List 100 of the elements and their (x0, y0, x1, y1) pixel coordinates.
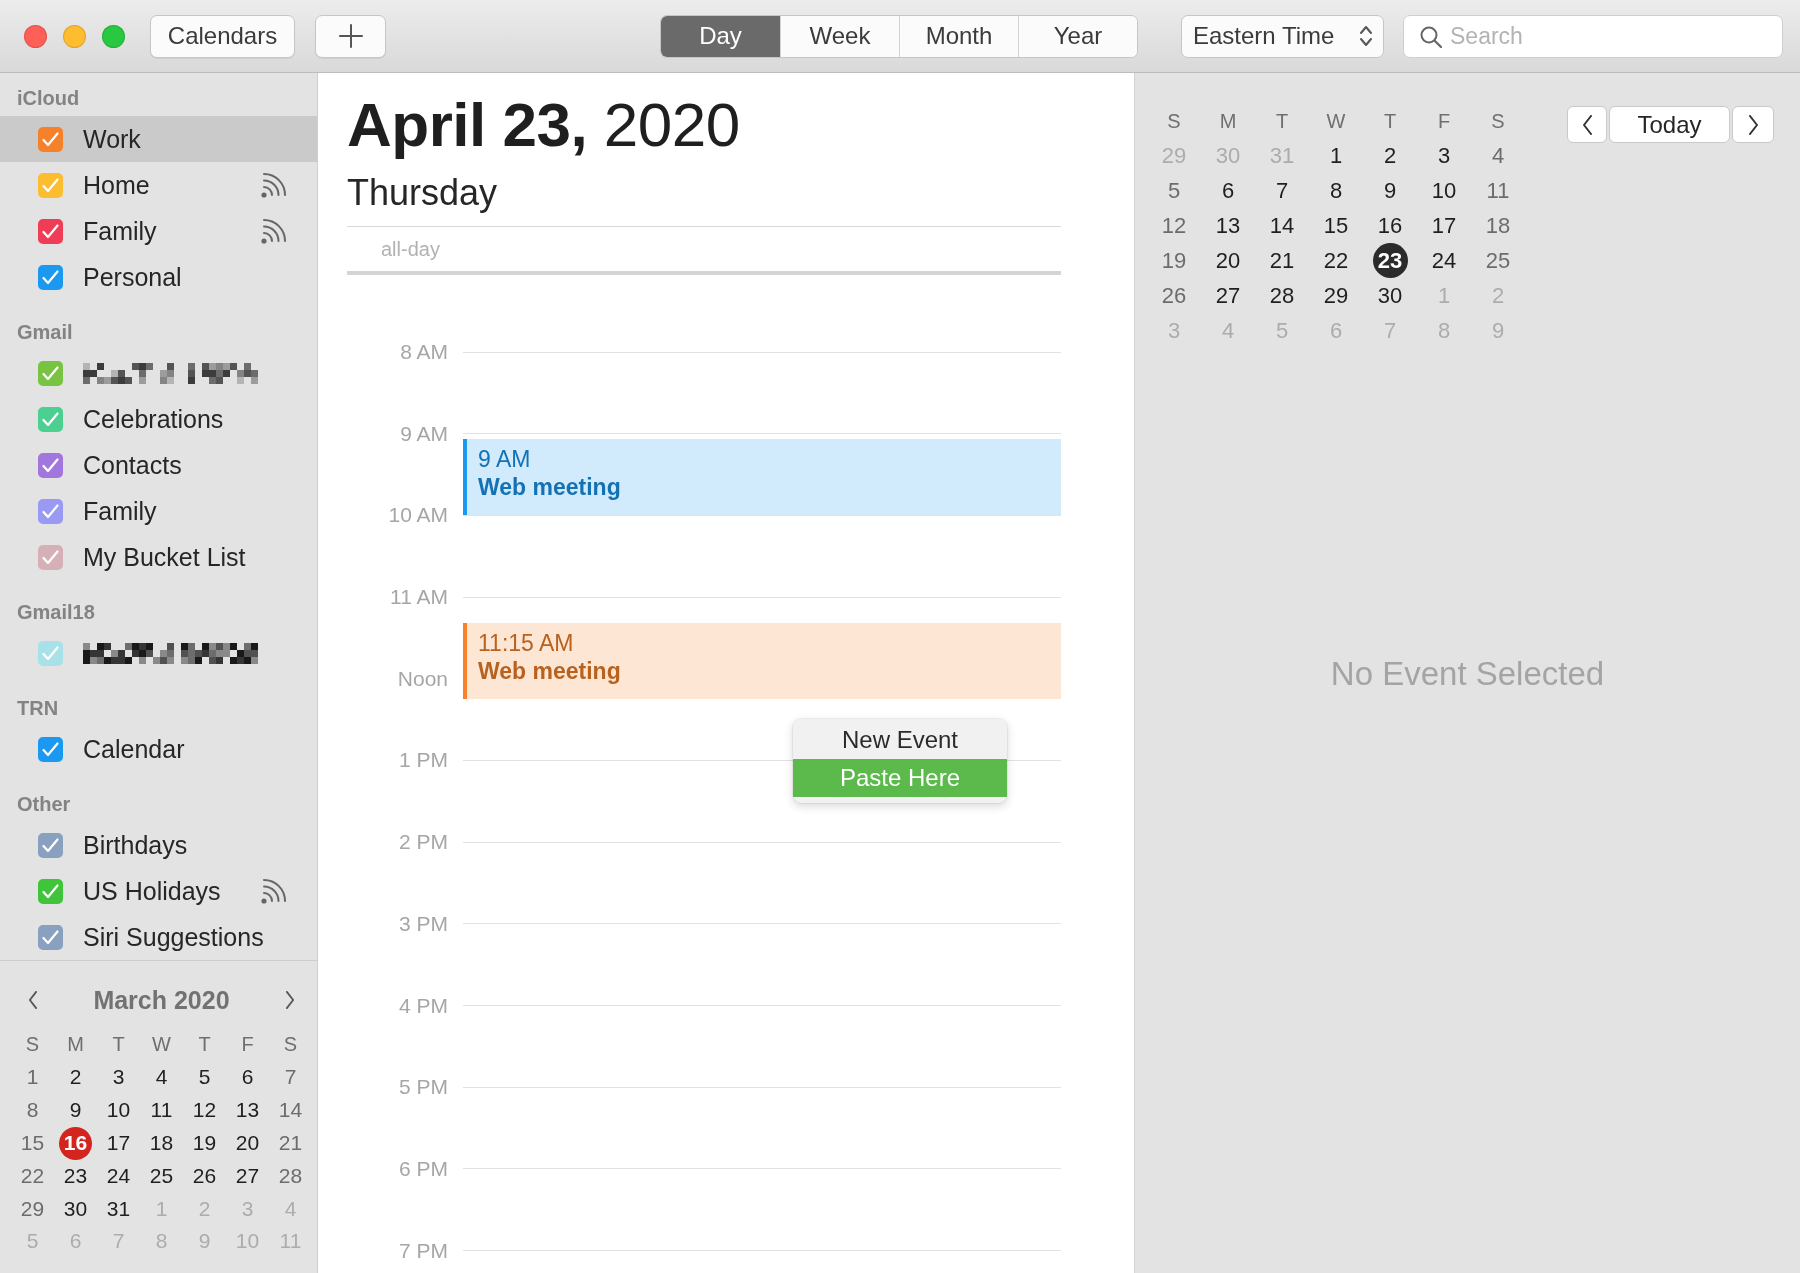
calendar-day[interactable]: 9 (59, 1093, 92, 1127)
calendar-day[interactable]: 2 (59, 1060, 92, 1094)
calendar-item[interactable]: Family (0, 208, 317, 254)
calendar-day[interactable]: 20 (231, 1126, 264, 1160)
timezone-select[interactable]: Eastern Time (1181, 14, 1384, 58)
calendar-checkbox[interactable] (38, 218, 63, 244)
calendar-checkbox[interactable] (38, 736, 63, 762)
view-tab[interactable]: Year (1018, 15, 1137, 57)
calendar-item[interactable]: Personal (0, 254, 317, 300)
calendar-day[interactable]: 15 (16, 1126, 49, 1160)
calendar-day[interactable]: 6 (1210, 173, 1246, 208)
view-tab[interactable]: Day (661, 15, 780, 57)
calendar-day[interactable]: 25 (145, 1159, 178, 1193)
search-field[interactable]: Search (1403, 14, 1783, 58)
calendar-item[interactable]: My Bucket List (0, 534, 317, 580)
calendar-item[interactable]: Contacts (0, 442, 317, 488)
calendar-checkbox[interactable] (38, 264, 63, 290)
calendar-day[interactable]: 29 (16, 1192, 49, 1226)
calendar-day[interactable]: 4 (145, 1060, 178, 1094)
calendar-day[interactable]: 6 (231, 1060, 264, 1094)
calendar-day[interactable]: 20 (1210, 243, 1246, 278)
calendar-day[interactable]: 7 (1264, 173, 1300, 208)
calendar-day[interactable]: 10 (102, 1093, 135, 1127)
calendar-day[interactable]: 22 (1318, 243, 1354, 278)
today-button[interactable]: Today (1609, 106, 1730, 143)
calendar-day[interactable]: 14 (274, 1093, 307, 1127)
calendar-item[interactable]: Celebrations (0, 396, 317, 442)
calendars-button[interactable]: Calendars (150, 14, 295, 58)
calendar-day[interactable]: 1 (16, 1060, 49, 1094)
calendar-day[interactable]: 24 (1426, 243, 1462, 278)
calendar-day[interactable]: 28 (1264, 278, 1300, 313)
calendar-day[interactable]: 28 (274, 1159, 307, 1193)
next-button[interactable] (1732, 106, 1774, 143)
calendar-day[interactable]: 22 (16, 1159, 49, 1193)
calendar-day[interactable]: 8 (1318, 173, 1354, 208)
calendar-day[interactable]: 23 (59, 1159, 92, 1193)
calendar-checkbox[interactable] (38, 172, 63, 198)
calendar-day[interactable]: 10 (1426, 173, 1462, 208)
calendar-day[interactable]: 21 (274, 1126, 307, 1160)
calendar-day[interactable]: 31 (102, 1192, 135, 1226)
calendar-day[interactable]: 27 (231, 1159, 264, 1193)
calendar-day[interactable]: 18 (145, 1126, 178, 1160)
calendar-checkbox[interactable] (38, 452, 63, 478)
calendar-item[interactable]: Siri Suggestions (0, 914, 317, 960)
event-block[interactable]: 9 AM Web meeting (463, 438, 1061, 516)
calendar-day[interactable]: 19 (188, 1126, 221, 1160)
calendar-day[interactable]: 11 (145, 1093, 178, 1127)
calendar-checkbox[interactable] (38, 126, 63, 152)
calendar-day[interactable]: 24 (102, 1159, 135, 1193)
minimize-window-icon[interactable] (63, 24, 86, 48)
calendar-day[interactable]: 13 (231, 1093, 264, 1127)
calendar-day[interactable]: 4 (1480, 138, 1516, 173)
calendar-day[interactable]: 7 (274, 1060, 307, 1094)
calendar-day[interactable]: 30 (59, 1192, 92, 1226)
calendar-day[interactable]: 2 (1372, 138, 1408, 173)
calendar-day[interactable]: 5 (1156, 173, 1192, 208)
calendar-day[interactable]: 1 (1318, 138, 1354, 173)
add-button[interactable] (315, 14, 386, 58)
calendar-day[interactable]: 12 (1156, 208, 1192, 243)
calendar-day[interactable]: 11 (1480, 173, 1516, 208)
calendar-day[interactable]: 3 (102, 1060, 135, 1094)
calendar-checkbox[interactable] (38, 924, 63, 950)
calendar-day[interactable]: 16 (59, 1126, 92, 1160)
calendar-item[interactable]: Birthdays (0, 822, 317, 868)
calendar-day[interactable]: 16 (1372, 208, 1408, 243)
calendar-day[interactable]: 14 (1264, 208, 1300, 243)
calendar-day[interactable]: 19 (1156, 243, 1192, 278)
calendar-checkbox[interactable] (38, 360, 63, 386)
event-block[interactable]: 11:15 AM Web meeting (463, 622, 1061, 700)
calendar-item[interactable]: Family (0, 488, 317, 534)
calendar-checkbox[interactable] (38, 832, 63, 858)
calendar-day[interactable]: 12 (188, 1093, 221, 1127)
calendar-checkbox[interactable] (38, 878, 63, 904)
calendar-day[interactable]: 18 (1480, 208, 1516, 243)
calendar-item[interactable]: Work (0, 116, 317, 162)
previous-button[interactable] (1567, 106, 1607, 143)
menu-item[interactable]: New Event (793, 721, 1007, 759)
calendar-checkbox[interactable] (38, 406, 63, 432)
zoom-window-icon[interactable] (102, 24, 125, 48)
calendar-day[interactable]: 3 (1426, 138, 1462, 173)
calendar-day[interactable]: 29 (1318, 278, 1354, 313)
calendar-day[interactable]: 30 (1372, 278, 1408, 313)
calendar-day[interactable]: 21 (1264, 243, 1300, 278)
calendar-day[interactable]: 5 (188, 1060, 221, 1094)
calendar-day[interactable]: 8 (16, 1093, 49, 1127)
calendar-day[interactable]: 17 (102, 1126, 135, 1160)
calendar-day[interactable]: 15 (1318, 208, 1354, 243)
calendar-checkbox[interactable] (38, 544, 63, 570)
calendar-item[interactable]: US Holidays (0, 868, 317, 914)
calendar-day[interactable]: 9 (1372, 173, 1408, 208)
calendar-checkbox[interactable] (38, 498, 63, 524)
calendar-item[interactable]: Calendar (0, 726, 317, 772)
calendar-day[interactable]: 26 (1156, 278, 1192, 313)
calendar-day[interactable]: 17 (1426, 208, 1462, 243)
calendar-item[interactable]: Home (0, 162, 317, 208)
calendar-day[interactable]: 26 (188, 1159, 221, 1193)
calendar-day[interactable]: 13 (1210, 208, 1246, 243)
calendar-day[interactable]: 25 (1480, 243, 1516, 278)
calendar-day[interactable]: 27 (1210, 278, 1246, 313)
calendar-day[interactable]: 23 (1372, 243, 1408, 278)
